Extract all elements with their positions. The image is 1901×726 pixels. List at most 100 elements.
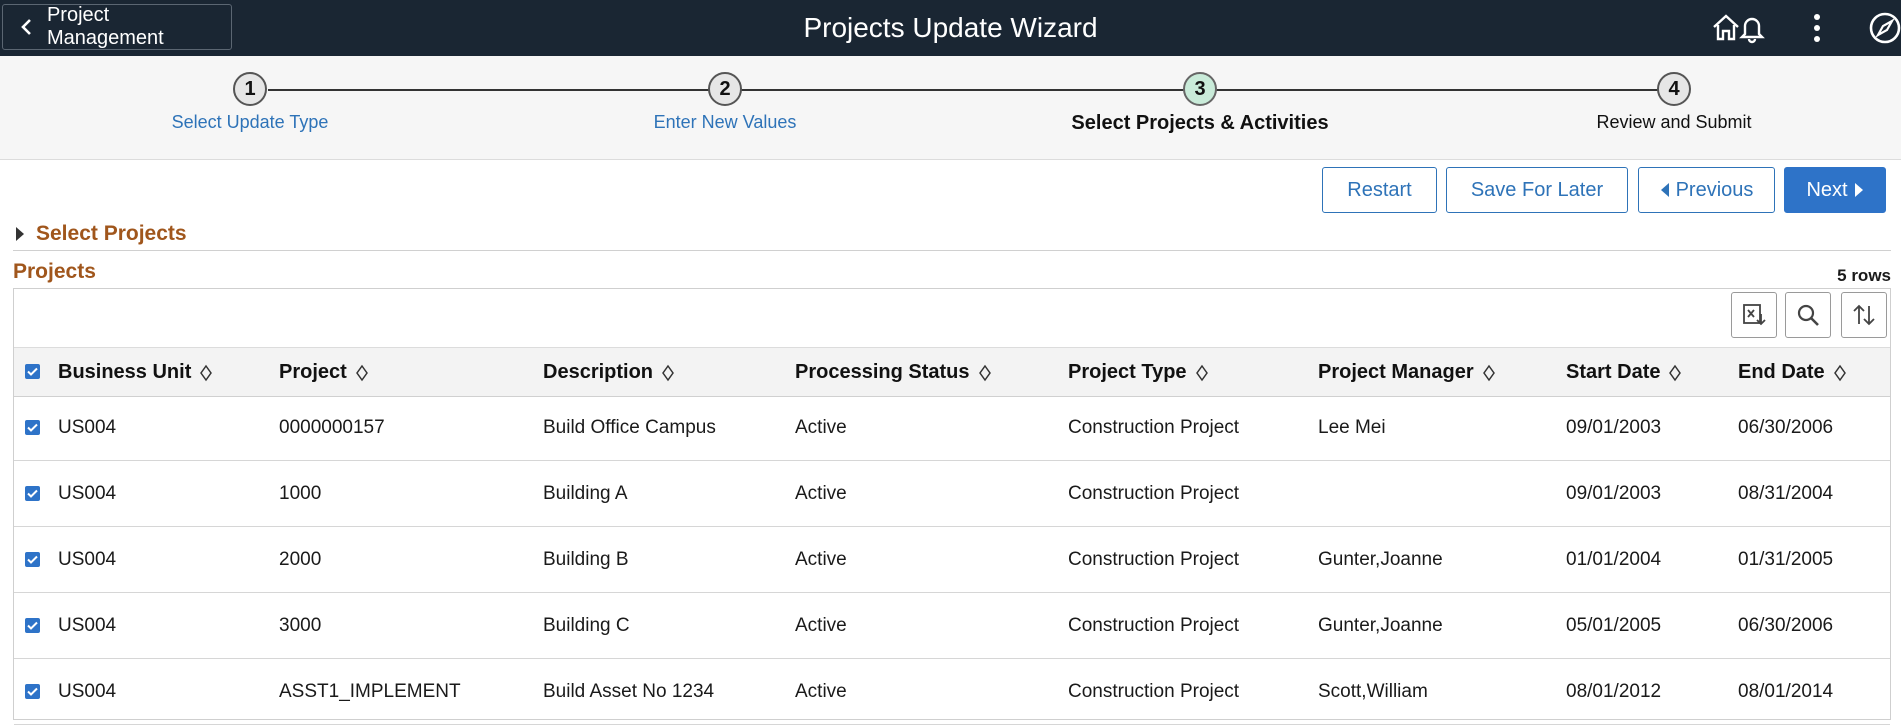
select-projects-toggle[interactable]: Select Projects [16,222,187,246]
cell-end-date: 08/01/2014 [1738,681,1834,702]
cell-processing-status: Active [795,417,847,438]
sort-toggle-icon [1669,364,1682,382]
navbar-compass-icon[interactable] [1865,8,1901,48]
row-checkbox[interactable] [25,420,40,435]
cell-start-date: 01/01/2004 [1566,549,1662,570]
column-header-label: Start Date [1566,361,1661,383]
check-icon [27,621,38,630]
triangle-left-icon [1660,183,1669,197]
step-3-number: 3 [1183,72,1217,106]
sort-toggle-icon [662,364,674,382]
cell-project-type: Construction Project [1068,483,1240,504]
back-button-label: Project Management [46,4,164,49]
cell-description: Build Office Campus [543,417,716,438]
save-for-later-button[interactable]: Save For Later [1446,167,1628,213]
cell-project-type: Construction Project [1068,417,1240,438]
row-checkbox[interactable] [25,618,40,633]
cell-project-type: Construction Project [1068,549,1240,570]
table-row: US004 2000 Building B Active Constructio… [14,527,1890,593]
column-header-end-date[interactable]: End Date [1738,348,1847,396]
page-title: Projects Update Wizard [803,12,1098,43]
cell-business-unit: US004 [58,483,117,504]
sort-icon[interactable] [1841,292,1887,338]
column-header-description[interactable]: Description [543,348,675,396]
step-1[interactable]: 1 Select Update Type [120,72,380,133]
table-row: US004 1000 Building A Active Constructio… [14,461,1890,527]
expand-triangle-icon [16,227,24,241]
column-header-label: Project Manager [1318,361,1474,383]
column-header-label: Processing Status [795,361,970,383]
previous-button-label: Previous [1675,178,1754,201]
table-row: US004 0000000157 Build Office Campus Act… [14,395,1890,461]
column-header-processing-status[interactable]: Processing Status [795,348,992,396]
cell-project-type: Construction Project [1068,681,1240,702]
step-4-label[interactable]: Review and Submit [1544,112,1804,133]
step-1-label[interactable]: Select Update Type [120,112,380,133]
row-checkbox[interactable] [25,684,40,699]
cell-start-date: 09/01/2003 [1566,417,1662,438]
select-projects-label: Select Projects [36,222,187,245]
cell-end-date: 06/30/2006 [1738,417,1834,438]
cell-project: 3000 [279,615,322,636]
banner: Project Management Projects Update Wizar… [0,0,1901,56]
export-excel-icon[interactable] [1731,292,1777,338]
sort-toggle-icon [1482,364,1495,382]
cell-business-unit: US004 [58,417,117,438]
cell-project: 2000 [279,549,322,570]
cell-business-unit: US004 [58,615,117,636]
cell-description: Build Asset No 1234 [543,681,715,702]
cell-project-manager: Lee Mei [1318,417,1386,438]
cell-processing-status: Active [795,615,847,636]
restart-button[interactable]: Restart [1322,167,1437,213]
back-button[interactable]: Project Management [2,4,232,50]
cell-project-manager: Gunter,Joanne [1318,615,1443,636]
check-icon [27,367,38,376]
step-train: 1 Select Update Type 2 Enter New Values … [0,56,1901,160]
table-row: US004 3000 Building C Active Constructio… [14,593,1890,659]
column-header-label: End Date [1738,361,1825,383]
next-button[interactable]: Next [1784,167,1886,213]
bell-icon[interactable] [1732,8,1772,48]
cell-end-date: 06/30/2006 [1738,615,1834,636]
cell-end-date: 01/31/2005 [1738,549,1834,570]
cell-start-date: 05/01/2005 [1566,615,1662,636]
cell-description: Building C [543,615,630,636]
search-icon[interactable] [1785,292,1831,338]
next-button-label: Next [1806,178,1848,201]
step-2-label[interactable]: Enter New Values [595,112,855,133]
table-header: Business Unit Project Description Proces… [14,347,1890,397]
restart-button-label: Restart [1347,178,1412,201]
step-4-number[interactable]: 4 [1657,72,1691,106]
column-header-project-manager[interactable]: Project Manager [1318,348,1496,396]
save-for-later-button-label: Save For Later [1470,178,1604,201]
column-header-project-type[interactable]: Project Type [1068,348,1209,396]
cell-project: ASST1_IMPLEMENT [279,681,461,702]
check-icon [27,687,38,696]
column-header-start-date[interactable]: Start Date [1566,348,1682,396]
step-3-label: Select Projects & Activities [1071,112,1329,134]
column-header-project[interactable]: Project [279,348,369,396]
triangle-right-icon [1854,183,1863,197]
chevron-left-icon [21,19,31,35]
column-header-business-unit[interactable]: Business Unit [58,348,213,396]
sort-toggle-icon [1833,364,1846,382]
row-count: 5 rows [1837,266,1891,285]
step-3: 3 Select Projects & Activities [1070,72,1330,135]
cell-business-unit: US004 [58,549,117,570]
step-4[interactable]: 4 Review and Submit [1544,72,1804,133]
column-header-label: Project Type [1068,361,1187,383]
check-icon [27,423,38,432]
table-row: US004 ASST1_IMPLEMENT Build Asset No 123… [14,659,1890,725]
row-checkbox[interactable] [25,552,40,567]
more-vertical-icon[interactable] [1797,8,1837,48]
step-2[interactable]: 2 Enter New Values [595,72,855,133]
cell-project-type: Construction Project [1068,615,1240,636]
grid-title: Projects [13,260,96,283]
previous-button[interactable]: Previous [1638,167,1775,213]
step-2-number[interactable]: 2 [708,72,742,106]
row-checkbox[interactable] [25,486,40,501]
cell-end-date: 08/31/2004 [1738,483,1834,504]
step-1-number[interactable]: 1 [233,72,267,106]
sort-toggle-icon [1195,364,1208,382]
select-all-checkbox[interactable] [25,364,40,379]
